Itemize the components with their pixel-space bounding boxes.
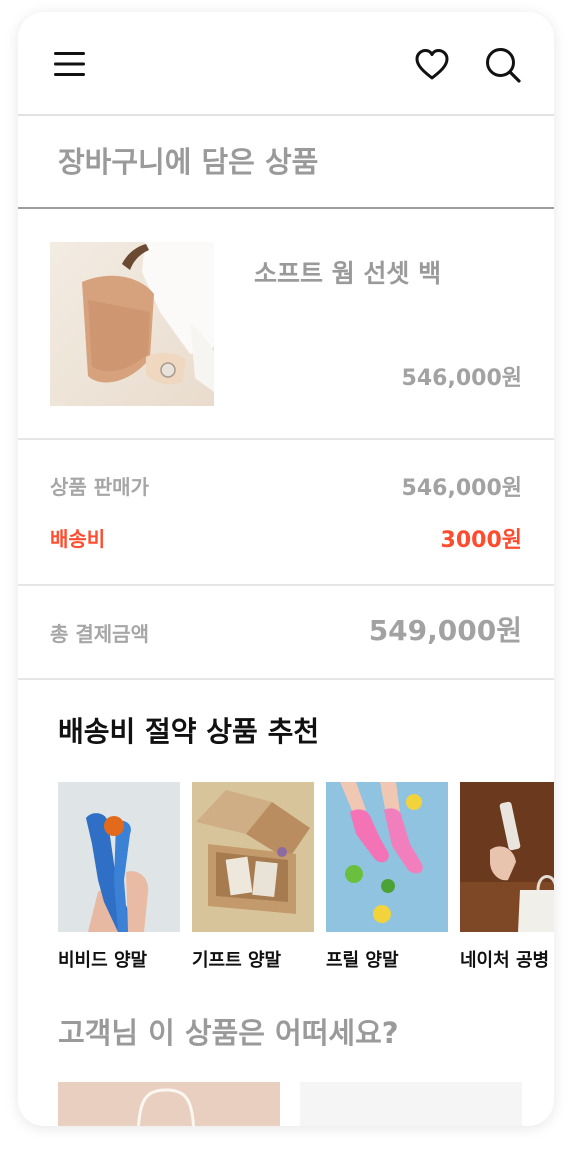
- top-app-bar: [18, 12, 554, 116]
- recommend-item-label: 비비드 양말: [58, 950, 148, 971]
- cart-section-title: 장바구니에 담은 상품: [58, 145, 319, 179]
- product-name[interactable]: 소프트 웜 선셋 백: [254, 254, 441, 290]
- recommend-item[interactable]: 기프트 양말: [192, 782, 314, 972]
- recommend-item[interactable]: 네이처 공병: [460, 782, 554, 972]
- hamburger-menu-icon[interactable]: [54, 50, 86, 78]
- subtotal-label: 상품 판매가: [50, 475, 149, 499]
- recommend-item-image[interactable]: [58, 782, 180, 932]
- shipping-value: 3000원: [440, 528, 522, 553]
- recommend-item-label: 기프트 양말: [192, 950, 282, 971]
- recommend-item-label: 네이처 공병: [460, 950, 550, 971]
- suggestion-item-image[interactable]: [300, 1082, 522, 1126]
- recommend-item[interactable]: 프릴 양말: [326, 782, 448, 972]
- recommend-item-label: 프릴 양말: [326, 950, 399, 971]
- recommend-item-image[interactable]: [326, 782, 448, 932]
- product-image[interactable]: [50, 242, 214, 406]
- recommend-item[interactable]: 비비드 양말: [58, 782, 180, 972]
- suggestion-title: 고객님 이 상품은 어떠세요?: [58, 1016, 399, 1050]
- shipping-label: 배송비: [50, 527, 106, 551]
- heart-icon[interactable]: [414, 47, 450, 83]
- divider: [18, 584, 554, 586]
- total-value: 549,000원: [368, 614, 522, 647]
- recommend-item-image[interactable]: [460, 782, 554, 932]
- section-divider: [18, 207, 554, 209]
- recommend-item-image[interactable]: [192, 782, 314, 932]
- cart-screen: 장바구니에 담은 상품 소프트 웜 선셋 백 546,000원 상품 판매가 5…: [18, 12, 554, 1126]
- product-price: 546,000원: [401, 366, 522, 391]
- recommend-title: 배송비 절약 상품 추천: [58, 715, 320, 748]
- subtotal-value: 546,000원: [401, 476, 522, 501]
- suggestion-item-image[interactable]: [58, 1082, 280, 1126]
- divider: [18, 438, 554, 440]
- divider: [18, 678, 554, 680]
- search-icon[interactable]: [484, 46, 522, 84]
- total-label: 총 결제금액: [50, 622, 149, 646]
